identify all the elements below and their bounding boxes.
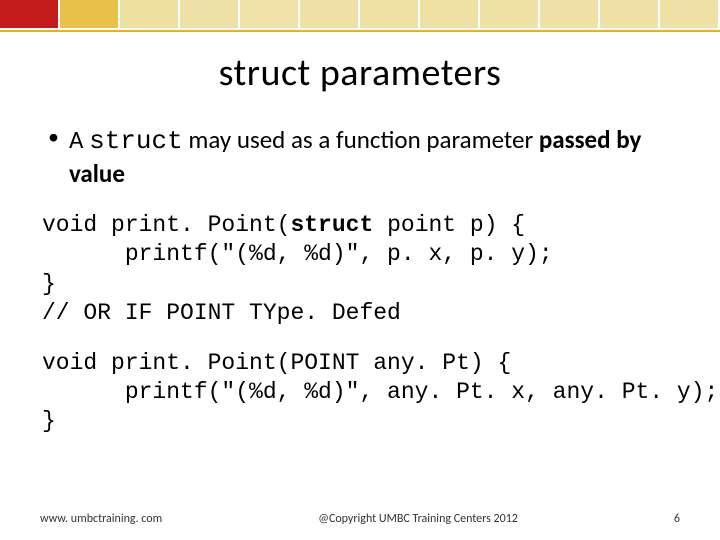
bullet-item: • A struct may used as a function parame…	[40, 124, 680, 189]
code1-l1b: struct	[290, 212, 373, 238]
topbar-block	[300, 0, 358, 28]
code1-l2: printf("(%d, %d)", p. x, p. y);	[42, 241, 553, 267]
topbar-block	[0, 0, 58, 28]
bullet-prefix: A	[69, 124, 89, 155]
topbar-block	[60, 0, 118, 28]
topbar-block	[600, 0, 658, 28]
topbar-block	[480, 0, 538, 28]
bullet-text: A struct may used as a function paramete…	[69, 124, 680, 189]
code2-l2: printf("(%d, %d)", any. Pt. x, any. Pt. …	[42, 379, 718, 405]
code2-l1: void print. Point(POINT any. Pt) {	[42, 350, 511, 376]
footer-page-number: 6	[674, 512, 680, 526]
code1-l3: }	[42, 271, 56, 297]
code2-l3: }	[42, 408, 56, 434]
top-color-bar	[0, 0, 720, 28]
footer: www. umbctraining. com @Copyright UMBC T…	[0, 512, 720, 526]
code-block-2: void print. Point(POINT any. Pt) { print…	[40, 349, 680, 437]
bullet-marker: •	[48, 124, 59, 150]
topbar-block	[120, 0, 178, 28]
topbar-block	[660, 0, 718, 28]
code1-l1c: point p) {	[373, 212, 525, 238]
topbar-block	[420, 0, 478, 28]
footer-center: @Copyright UMBC Training Centers 2012	[162, 512, 674, 526]
topbar-block	[360, 0, 418, 28]
slide-title: struct parameters	[40, 50, 680, 96]
topbar-block	[240, 0, 298, 28]
topbar-block	[540, 0, 598, 28]
bullet-mono: struct	[89, 126, 183, 156]
footer-left: www. umbctraining. com	[40, 512, 162, 526]
code1-l1a: void print. Point(	[42, 212, 290, 238]
slide-body: struct parameters • A struct may used as…	[0, 32, 720, 437]
topbar-block	[180, 0, 238, 28]
bullet-mid: may used as a function parameter	[183, 124, 539, 155]
code-block-1: void print. Point(struct point p) { prin…	[40, 211, 680, 329]
code1-l4: // OR IF POINT TYpe. Defed	[42, 300, 401, 326]
